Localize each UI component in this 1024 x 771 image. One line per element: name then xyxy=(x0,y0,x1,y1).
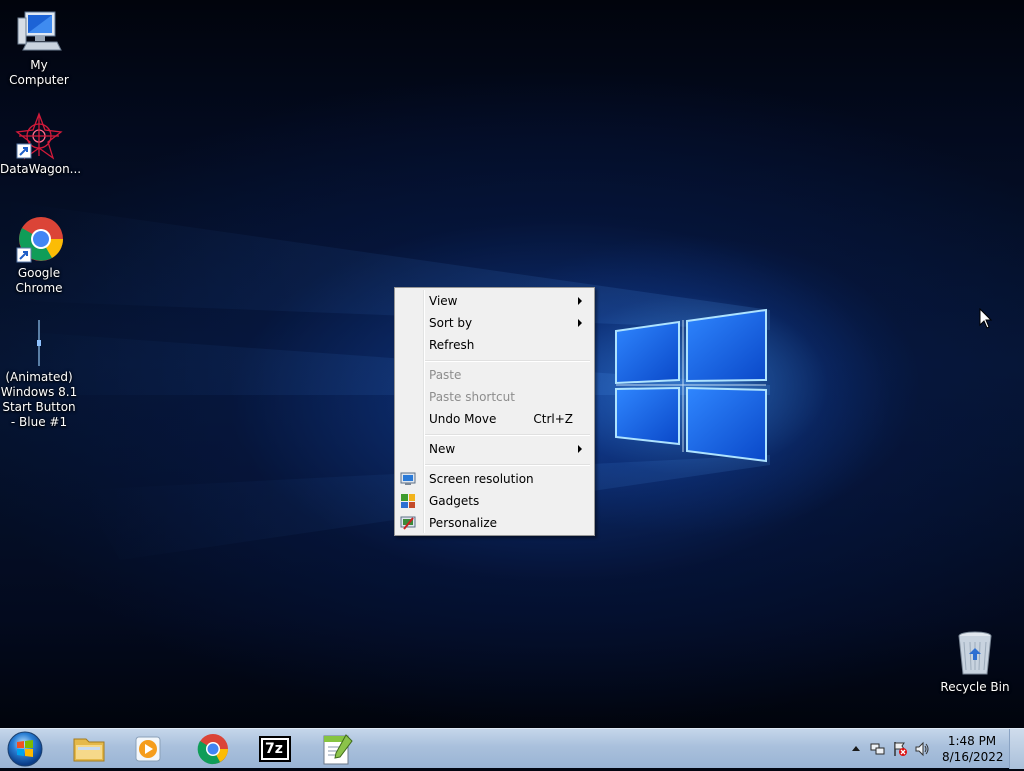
desktop-icon-my-computer[interactable]: My Computer xyxy=(0,8,78,88)
menu-separator xyxy=(425,464,590,466)
menu-item-label: Screen resolution xyxy=(429,472,534,486)
taskbar-notepad-plus-plus[interactable] xyxy=(312,731,362,767)
clock-date: 8/16/2022 xyxy=(942,750,1004,764)
menu-separator xyxy=(425,434,590,436)
menu-separator xyxy=(425,360,590,362)
volume-icon[interactable] xyxy=(914,741,930,757)
shortcut-arrow-icon xyxy=(16,143,32,159)
menu-item-paste-shortcut: Paste shortcut xyxy=(397,386,592,408)
start-button[interactable] xyxy=(5,730,45,768)
taskbar-7-zip[interactable]: 7z xyxy=(250,731,300,767)
submenu-arrow-icon xyxy=(578,319,582,327)
computer-icon xyxy=(15,8,63,56)
menu-item-personalize[interactable]: Personalize xyxy=(397,512,592,534)
submenu-arrow-icon xyxy=(578,297,582,305)
menu-item-label: New xyxy=(429,442,456,456)
menu-item-sort-by[interactable]: Sort by xyxy=(397,312,592,334)
notepad-plus-plus-icon xyxy=(323,734,353,765)
menu-item-label: Undo Move xyxy=(429,412,497,426)
personalize-icon xyxy=(400,515,416,531)
windows-orb-icon xyxy=(7,731,43,767)
show-desktop-button[interactable] xyxy=(1009,729,1024,769)
mouse-pointer-icon xyxy=(979,308,993,329)
action-center-flag-icon[interactable] xyxy=(892,741,908,757)
system-tray: 1:48 PM 8/16/2022 xyxy=(834,729,1024,769)
show-hidden-icons-chevron-icon[interactable] xyxy=(850,743,862,755)
desktop-icon-google-chrome[interactable]: Google Chrome xyxy=(0,216,78,296)
taskbar-google-chrome[interactable] xyxy=(188,731,238,767)
folder-icon xyxy=(73,738,105,762)
recycle-bin-icon xyxy=(951,630,999,678)
gadgets-icon xyxy=(400,493,416,509)
menu-item-label: Paste xyxy=(429,368,462,382)
desktop-icon-recycle-bin[interactable]: Recycle Bin xyxy=(936,630,1014,695)
menu-item-label: Sort by xyxy=(429,316,473,330)
menu-item-new[interactable]: New xyxy=(397,438,592,460)
media-player-icon xyxy=(135,736,161,762)
desktop-icon-animated-start-button[interactable]: (Animated) Windows 8.1 Start Button - Bl… xyxy=(0,320,78,430)
start-button-strip-icon xyxy=(15,320,63,368)
desktop-icon-datawagon[interactable]: DataWagon... xyxy=(0,112,82,177)
clock-time: 1:48 PM xyxy=(947,734,997,748)
7zip-label: 7z xyxy=(265,741,283,757)
taskbar: 7z 1:48 PM 8/16/2022 xyxy=(0,728,1024,769)
desktop-icon-label: Google Chrome xyxy=(15,266,63,295)
menu-item-label: Personalize xyxy=(429,516,498,530)
clock[interactable]: 1:48 PM 8/16/2022 xyxy=(942,733,1004,765)
menu-item-view[interactable]: View xyxy=(397,290,592,312)
desktop-context-menu: View Sort by Refresh Paste Paste shortcu… xyxy=(394,287,595,536)
desktop-icon-label: (Animated) Windows 8.1 Start Button - Bl… xyxy=(0,370,78,429)
shortcut-arrow-icon xyxy=(16,247,32,263)
menu-item-label: Paste shortcut xyxy=(429,390,515,404)
datawagon-icon xyxy=(15,112,63,160)
menu-item-label: Gadgets xyxy=(429,494,480,508)
menu-item-paste: Paste xyxy=(397,364,592,386)
chrome-icon xyxy=(15,216,63,264)
menu-item-screen-resolution[interactable]: Screen resolution xyxy=(397,468,592,490)
desktop-icon-label: Recycle Bin xyxy=(940,680,1010,694)
menu-item-undo-move[interactable]: Undo Move Ctrl+Z xyxy=(397,408,592,430)
menu-item-gadgets[interactable]: Gadgets xyxy=(397,490,592,512)
menu-item-label: View xyxy=(429,294,458,308)
screen-resolution-icon xyxy=(400,471,416,487)
submenu-arrow-icon xyxy=(578,445,582,453)
desktop-icon-label: My Computer xyxy=(9,58,69,87)
taskbar-windows-explorer[interactable] xyxy=(64,731,114,767)
menu-item-refresh[interactable]: Refresh xyxy=(397,334,592,356)
taskbar-windows-media-player[interactable] xyxy=(124,731,174,767)
desktop-icon-label: DataWagon... xyxy=(0,162,82,176)
network-icon[interactable] xyxy=(870,741,886,757)
desktop-background[interactable]: My Computer DataWagon... Google Chrome (… xyxy=(0,0,1024,728)
chrome-icon xyxy=(197,734,228,765)
menu-item-label: Refresh xyxy=(429,338,475,352)
menu-item-shortcut: Ctrl+Z xyxy=(533,412,573,426)
